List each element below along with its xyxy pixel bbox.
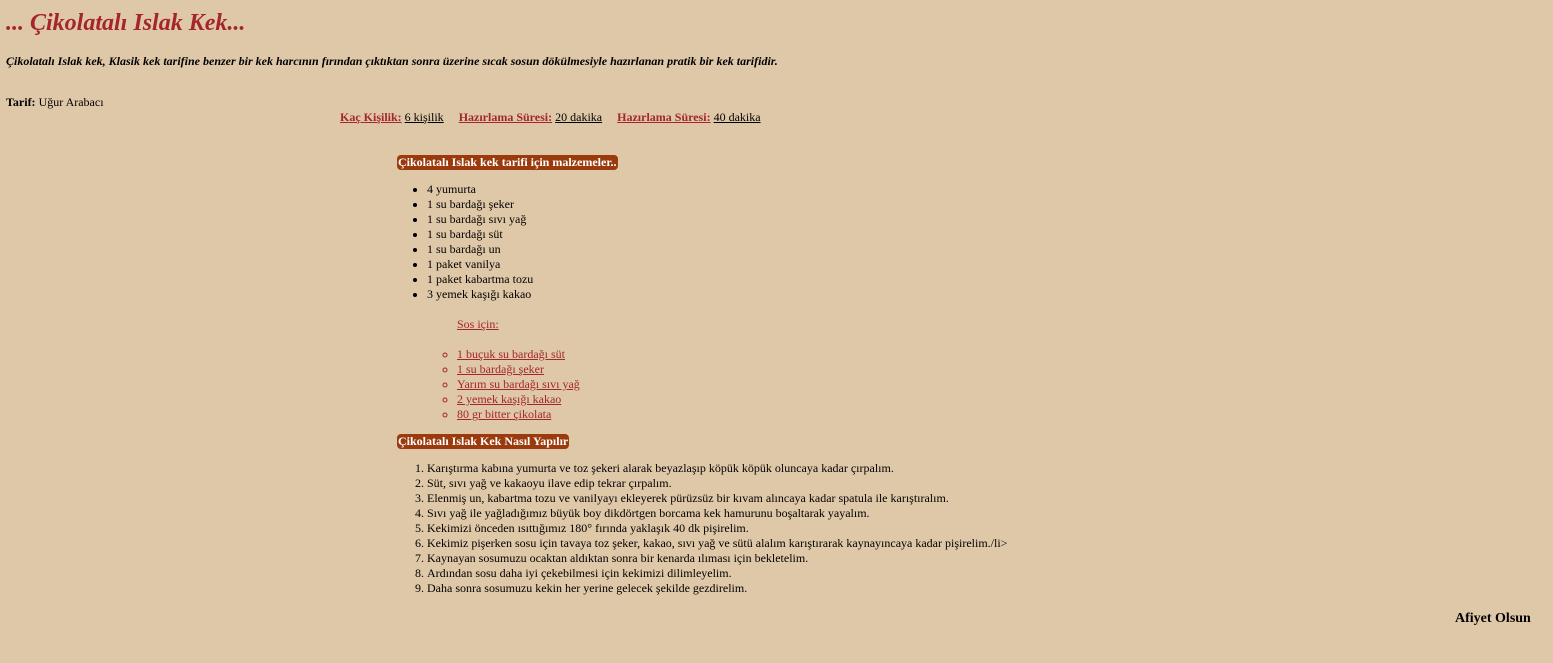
recipe-author: Tarif: Uğur Arabacı	[6, 95, 104, 110]
sauce-item-link[interactable]: 1 su bardağı şeker	[457, 362, 580, 377]
list-item: 1 su bardağı sıvı yağ	[427, 212, 533, 227]
ingredients-heading: Çikolatalı Islak kek tarifi için malzeme…	[397, 155, 618, 170]
meta-servings[interactable]: Kaç Kişilik: 6 kişilik	[340, 110, 444, 125]
sauce-item-link[interactable]: Yarım su bardağı sıvı yağ	[457, 377, 580, 392]
steps-list: Karıştırma kabına yumurta ve toz şekeri …	[427, 461, 1007, 596]
list-item: 1 paket vanilya	[427, 257, 533, 272]
sauce-item-link[interactable]: 1 buçuk su bardağı süt	[457, 347, 580, 362]
list-item: 1 su bardağı un	[427, 242, 533, 257]
meta-prep-time-value[interactable]: 20 dakika	[555, 110, 602, 124]
recipe-meta: Kaç Kişilik: 6 kişilik Hazırlama Süresi:…	[340, 110, 773, 125]
recipe-intro: Çikolatalı Islak kek, Klasik kek tarifin…	[6, 54, 778, 68]
page-title: ... Çikolatalı Islak Kek...	[6, 10, 246, 36]
list-item: 1 paket kabartma tozu	[427, 272, 533, 287]
ingredients-list: 4 yumurta 1 su bardağı şeker 1 su bardağ…	[427, 182, 533, 302]
closing-text: Afiyet Olsun	[1455, 611, 1531, 626]
step-item: Daha sonra sosumuzu kekin her yerine gel…	[427, 581, 1007, 596]
step-item: Kekimizi önceden ısıttığımız 180° fırınd…	[427, 521, 1007, 536]
meta-cook-time[interactable]: Hazırlama Süresi: 40 dakika	[617, 110, 760, 125]
list-item: 1 su bardağı süt	[427, 227, 533, 242]
step-item: Elenmiş un, kabartma tozu ve vanilyayı e…	[427, 491, 1007, 506]
meta-cook-time-label[interactable]: Hazırlama Süresi:	[617, 110, 710, 124]
meta-servings-value[interactable]: 6 kişilik	[405, 110, 444, 124]
meta-cook-time-value[interactable]: 40 dakika	[714, 110, 761, 124]
sauce-label-link[interactable]: Sos için:	[457, 317, 499, 332]
step-item: Karıştırma kabına yumurta ve toz şekeri …	[427, 461, 1007, 476]
meta-prep-time-label[interactable]: Hazırlama Süresi:	[459, 110, 552, 124]
sauce-item-link[interactable]: 80 gr bitter çikolata	[457, 407, 580, 422]
meta-prep-time[interactable]: Hazırlama Süresi: 20 dakika	[459, 110, 602, 125]
recipe-page: ... Çikolatalı Islak Kek... Çikolatalı I…	[0, 0, 1553, 663]
step-item: Kaynayan sosumuzu ocaktan aldıktan sonra…	[427, 551, 1007, 566]
list-item: 3 yemek kaşığı kakao	[427, 287, 533, 302]
list-item: 4 yumurta	[427, 182, 533, 197]
sauce-ingredients-list: 1 buçuk su bardağı süt 1 su bardağı şeke…	[457, 347, 580, 422]
step-item: Sıvı yağ ile yağladığımız büyük boy dikd…	[427, 506, 1007, 521]
step-item: Ardından sosu daha iyi çekebilmesi için …	[427, 566, 1007, 581]
step-item: Kekimiz pişerken sosu için tavaya toz şe…	[427, 536, 1007, 551]
author-name: Uğur Arabacı	[38, 95, 104, 109]
list-item: 1 su bardağı şeker	[427, 197, 533, 212]
author-label: Tarif:	[6, 95, 36, 109]
steps-heading: Çikolatalı Islak Kek Nasıl Yapılır	[397, 434, 570, 449]
meta-servings-label[interactable]: Kaç Kişilik:	[340, 110, 402, 124]
step-item: Süt, sıvı yağ ve kakaoyu ilave edip tekr…	[427, 476, 1007, 491]
sauce-item-link[interactable]: 2 yemek kaşığı kakao	[457, 392, 580, 407]
